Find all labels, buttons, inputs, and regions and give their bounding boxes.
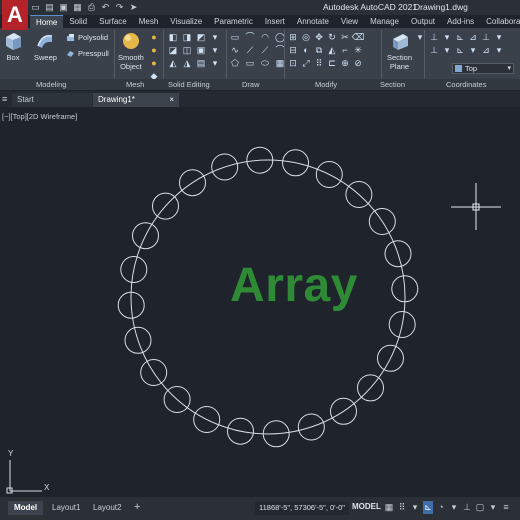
add-layout-button[interactable]: + bbox=[128, 501, 146, 515]
drawing-canvas: Y X bbox=[6, 146, 501, 494]
ucs-x-label: X bbox=[44, 483, 50, 492]
tab-layout1[interactable]: Layout1 bbox=[46, 501, 86, 515]
status-bar: Model Layout1 Layout2 + 11868'-5", 57306… bbox=[0, 497, 520, 520]
coordinates-readout[interactable]: 11868'-5", 57306'-5", 0'-0" bbox=[255, 502, 349, 515]
app-logo-letter: A bbox=[7, 2, 23, 27]
polar-dropdown-icon[interactable]: ▾ bbox=[449, 501, 459, 514]
model-space-button[interactable]: MODEL bbox=[352, 502, 381, 511]
status-toggles: ▦ ⠿ ▾ ⊾ ◔ ▾ ⊥ ▢ ▾ ≡ bbox=[384, 501, 511, 514]
grid-icon[interactable]: ▦ bbox=[384, 501, 394, 514]
isodraft-icon[interactable]: ⊥ bbox=[462, 501, 472, 514]
snap-dropdown-icon[interactable]: ▾ bbox=[410, 501, 420, 514]
ortho-icon[interactable]: ⊾ bbox=[423, 501, 433, 514]
array-overlay-text: Array bbox=[230, 259, 358, 312]
ucs-y-label: Y bbox=[8, 449, 14, 458]
application-menu-button[interactable]: A bbox=[2, 0, 28, 30]
crosshair-cursor bbox=[451, 183, 501, 230]
customize-icon[interactable]: ≡ bbox=[501, 501, 511, 514]
tab-model[interactable]: Model bbox=[8, 501, 44, 515]
osnap-dropdown-icon[interactable]: ▾ bbox=[488, 501, 498, 514]
snap-mode-icon[interactable]: ⠿ bbox=[397, 501, 407, 514]
polar-icon[interactable]: ◔ bbox=[436, 501, 446, 514]
osnap-icon[interactable]: ▢ bbox=[475, 501, 485, 514]
ucs-icon: Y X bbox=[6, 449, 50, 494]
tab-layout2[interactable]: Layout2 bbox=[87, 501, 127, 515]
